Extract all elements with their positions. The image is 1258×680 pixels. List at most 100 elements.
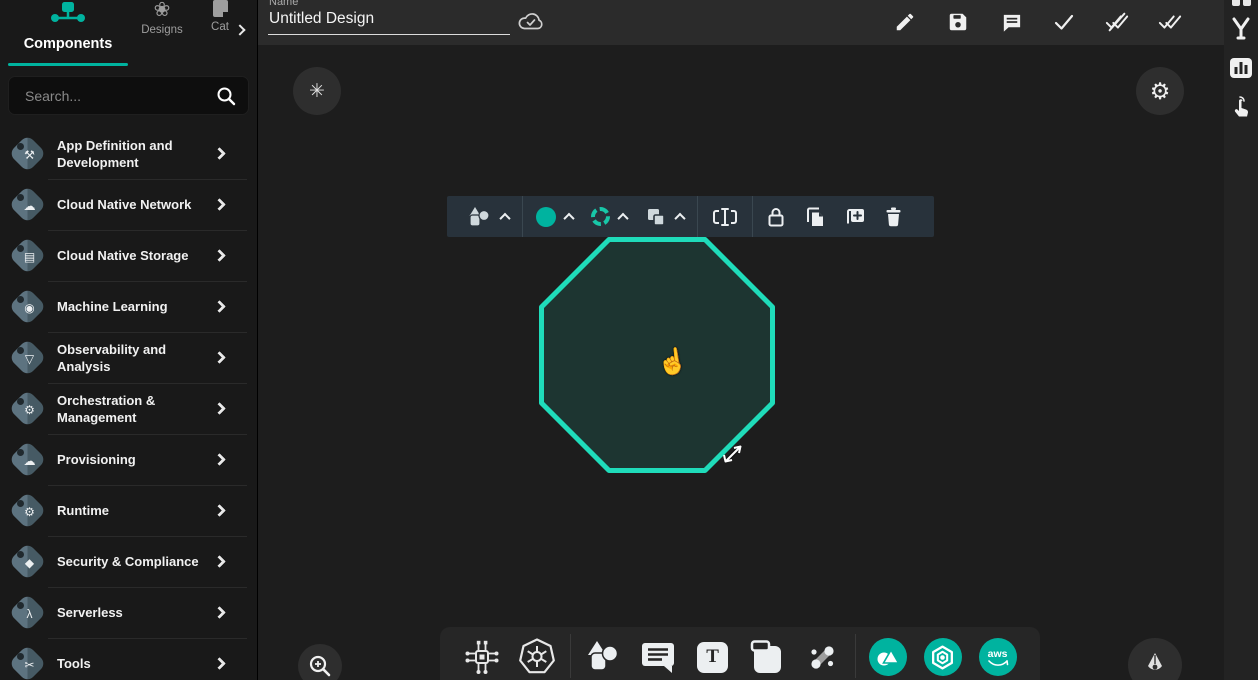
comment-tool-button[interactable] [633,634,682,680]
touch-gesture-icon[interactable] [1230,94,1252,125]
comment-icon[interactable] [999,4,1023,40]
tab-designs-label: Designs [132,24,192,36]
category-label: Security & Compliance [57,553,215,570]
wheel-button[interactable]: ✳ [293,67,341,115]
sidebar-item-runtime[interactable]: ⚙ Runtime [0,485,257,536]
octagon-shape[interactable] [542,240,773,471]
category-label: Runtime [57,502,215,519]
chip-tool-button[interactable] [458,634,507,680]
chevron-up-icon [563,212,574,223]
chevron-right-icon [213,198,226,211]
pen-nib-icon [1141,650,1169,680]
sidebar-item-orchestration[interactable]: ⚙ Orchestration & Management [0,383,257,434]
aws-logo-text: aws [988,649,1008,659]
note-icon [748,639,786,675]
sidebar-item-cloud-native-storage[interactable]: ▤ Cloud Native Storage [0,230,257,281]
shapes-tool-button[interactable] [579,634,628,680]
chevron-up-icon [674,212,685,223]
sidebar-item-provisioning[interactable]: ☁ Provisioning [0,434,257,485]
arrange-button[interactable] [636,196,693,237]
category-tag-icon: λ [10,595,46,631]
bond-icon [804,639,840,675]
active-tab-underline [8,63,128,66]
category-label: Observability and Analysis [57,341,215,375]
trash-icon [884,206,903,228]
shapes-logo-button[interactable] [864,634,913,680]
settings-button[interactable]: ⚙ [1136,67,1184,115]
aws-smile-icon [986,659,1010,668]
kubernetes-icon [517,637,557,677]
add-to-layer-button[interactable] [835,196,875,237]
border-style-button[interactable] [582,196,636,237]
category-tag-icon: ☁ [10,187,46,223]
chip-icon [462,637,502,677]
sidebar-item-cloud-native-network[interactable]: ☁ Cloud Native Network [0,179,257,230]
chevron-right-icon [213,300,226,313]
category-tag-icon: ◆ [10,544,46,580]
category-label: Machine Learning [57,298,215,315]
drawing-canvas[interactable]: ✳ ⚙ [258,45,1224,680]
note-tool-button[interactable] [743,634,792,680]
design-name-input[interactable] [268,10,510,35]
kubernetes-tool-button[interactable] [513,634,562,680]
category-list: ⚒ App Definition and Development ☁ Cloud… [0,128,257,680]
shapes-logo-icon [875,645,901,669]
fill-color-swatch [536,207,556,227]
lock-button[interactable] [757,196,795,237]
sidebar-item-tools[interactable]: ✂ Tools [0,638,257,680]
category-label: Cloud Native Storage [57,247,215,264]
double-check-slash-icon[interactable] [1105,4,1129,40]
check-icon[interactable] [1052,4,1076,40]
double-check-icon[interactable] [1158,4,1182,40]
shapes-icon [466,205,492,229]
category-tag-icon: ⚙ [10,493,46,529]
bar-chart-icon[interactable] [1229,57,1253,84]
edit-icon[interactable] [893,4,917,40]
node-context-toolbar [447,196,934,237]
tab-components[interactable]: Components [4,0,132,52]
catalog-icon [213,0,228,17]
clipped-panel-icon[interactable] [1232,0,1251,6]
shape-picker-button[interactable] [457,196,518,237]
tab-designs[interactable]: ❀ Designs [132,0,192,36]
text-tool-button[interactable]: T [688,634,737,680]
tab-components-label: Components [4,36,132,52]
zoom-in-button[interactable] [298,644,342,680]
wheel-icon: ✳ [309,80,325,103]
dock-divider [570,634,571,678]
shapes-logo-circle [869,638,907,676]
aws-button[interactable]: aws [973,634,1022,680]
overlap-squares-icon [645,206,667,228]
sidebar-item-serverless[interactable]: λ Serverless [0,587,257,638]
search-input[interactable] [8,76,249,115]
fill-color-button[interactable] [527,196,582,237]
header-actions [893,4,1182,40]
design-canvas-app: Components ❀ Designs Cat ⚒ App D [0,0,1258,680]
bond-tool-button[interactable] [798,634,847,680]
save-icon[interactable] [946,4,970,40]
zoom-in-icon [307,653,333,679]
sidebar-item-app-definition[interactable]: ⚒ App Definition and Development [0,128,257,179]
chevron-right-icon [213,453,226,466]
chevron-right-icon [213,606,226,619]
toolbar-divider [522,196,523,237]
cloud-check-icon [516,8,546,34]
sidebar-item-machine-learning[interactable]: ◉ Machine Learning [0,281,257,332]
category-tag-icon: ▽ [10,340,46,376]
rename-button[interactable] [702,196,748,237]
octagon-node[interactable] [539,237,775,473]
delete-button[interactable] [875,196,912,237]
shapes-icon [583,638,623,676]
duplicate-button[interactable] [795,196,835,237]
merge-y-icon[interactable] [1229,16,1253,47]
search-icon[interactable] [215,85,237,107]
toolbar-divider [752,196,753,237]
add-layer-icon [844,206,866,228]
hexagon-logo-button[interactable] [918,634,967,680]
design-header: Name [258,0,1224,45]
sidebar-item-observability[interactable]: ▽ Observability and Analysis [0,332,257,383]
comment-icon [639,640,677,674]
pen-tool-button[interactable] [1128,638,1182,680]
sidebar-item-security[interactable]: ◆ Security & Compliance [0,536,257,587]
dashed-circle-icon [591,207,610,226]
